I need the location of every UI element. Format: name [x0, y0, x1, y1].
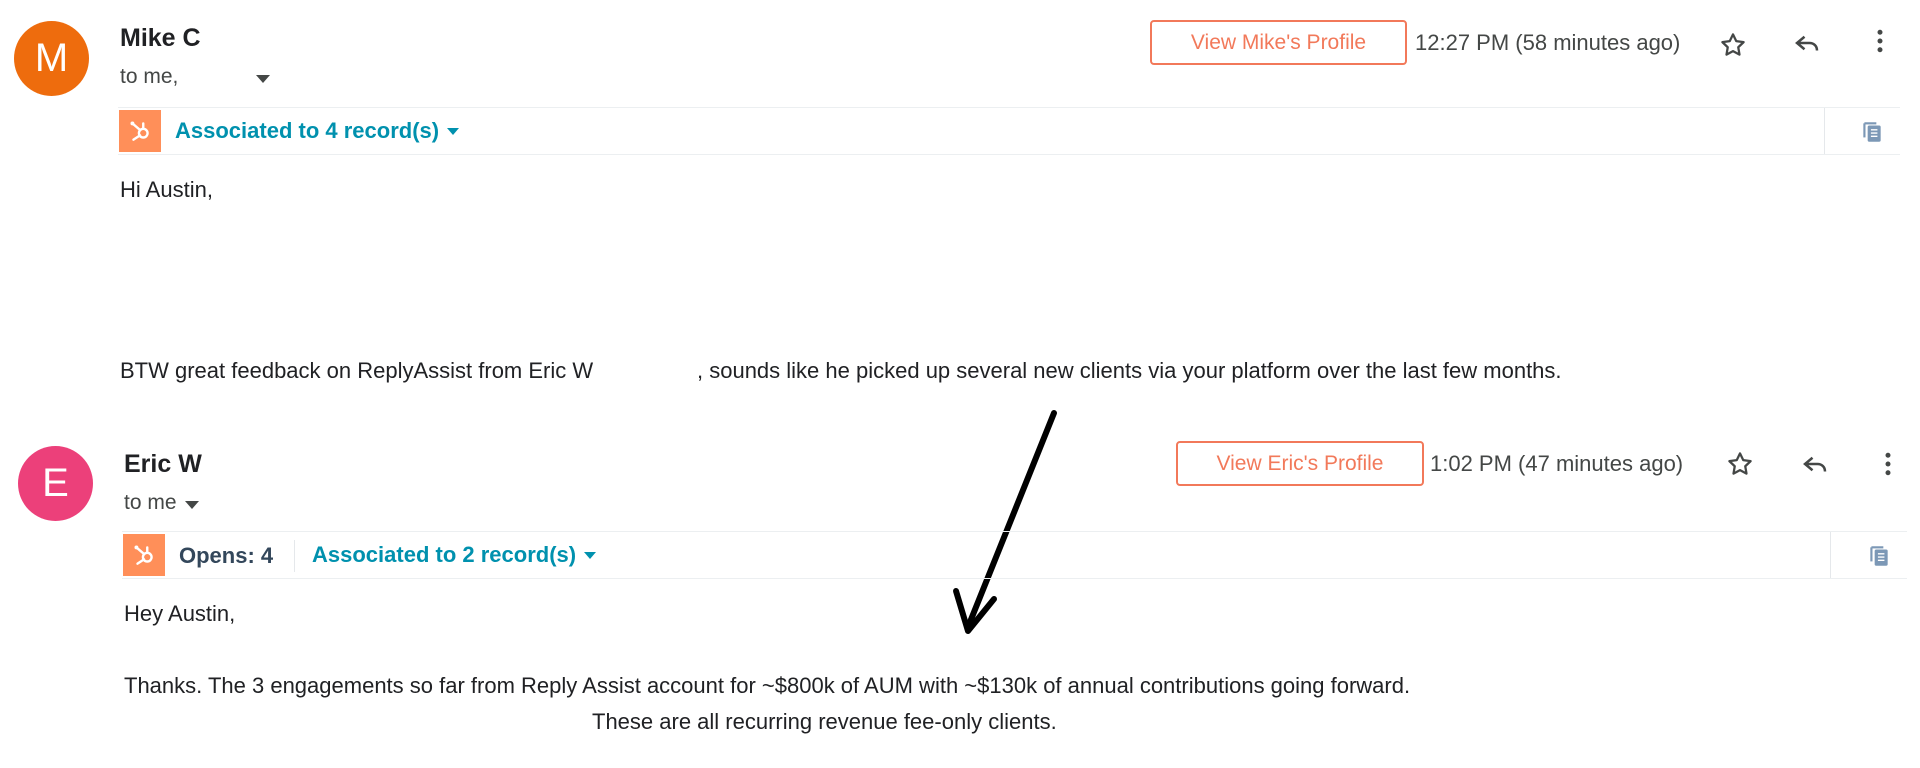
- recipients-text: to me,: [120, 65, 179, 88]
- timestamp: 1:02 PM (47 minutes ago): [1430, 451, 1684, 476]
- recipients-details-button[interactable]: [184, 491, 199, 515]
- email-body-line: Thanks. The 3 engagements so far from Re…: [124, 673, 1411, 698]
- reply-icon[interactable]: [1797, 446, 1833, 482]
- hubspot-icon[interactable]: [123, 534, 165, 576]
- hubspot-bar: Opens: 4 Associated to 2 record(s): [122, 531, 1907, 579]
- sender-avatar[interactable]: E: [18, 446, 93, 521]
- email-greeting: Hi Austin,: [120, 177, 213, 202]
- more-vert-icon[interactable]: [1862, 23, 1898, 59]
- email-body-line-continued: , sounds like he picked up several new c…: [697, 358, 1562, 383]
- recipients-details-button[interactable]: [256, 65, 271, 89]
- recipients-line[interactable]: to me,: [120, 65, 271, 89]
- hubspot-bar: Associated to 4 record(s): [118, 107, 1900, 155]
- sender-name[interactable]: Eric W: [124, 450, 202, 479]
- reply-icon[interactable]: [1789, 25, 1825, 61]
- email-greeting: Hey Austin,: [124, 601, 236, 626]
- divider: [294, 540, 295, 572]
- view-profile-button[interactable]: View Mike's Profile: [1150, 20, 1407, 65]
- chevron-down-icon: [256, 75, 271, 83]
- star-icon[interactable]: [1715, 27, 1751, 63]
- opens-count: Opens: 4: [179, 543, 274, 568]
- divider: [1830, 532, 1831, 578]
- copy-icon[interactable]: [1863, 540, 1895, 572]
- divider: [1824, 108, 1825, 154]
- view-profile-button[interactable]: View Eric's Profile: [1176, 441, 1424, 486]
- chevron-down-icon: [447, 127, 460, 135]
- associated-records-dropdown[interactable]: Associated to 4 record(s): [175, 118, 460, 144]
- chevron-down-icon: [584, 551, 597, 559]
- email-body-line: BTW great feedback on ReplyAssist from E…: [120, 358, 594, 383]
- chevron-down-icon: [184, 501, 199, 509]
- sender-name[interactable]: Mike C: [120, 24, 201, 53]
- hubspot-icon[interactable]: [119, 110, 161, 152]
- email-body-line: These are all recurring revenue fee-only…: [592, 709, 1057, 734]
- timestamp: 12:27 PM (58 minutes ago): [1415, 30, 1681, 55]
- sender-avatar[interactable]: M: [14, 21, 89, 96]
- more-vert-icon[interactable]: [1870, 446, 1906, 482]
- associated-records-dropdown[interactable]: Associated to 2 record(s): [312, 542, 597, 568]
- recipients-text: to me: [124, 491, 177, 514]
- recipients-line[interactable]: to me: [124, 491, 199, 515]
- annotation-arrow: [953, 410, 1057, 634]
- copy-icon[interactable]: [1856, 116, 1888, 148]
- star-icon[interactable]: [1722, 446, 1758, 482]
